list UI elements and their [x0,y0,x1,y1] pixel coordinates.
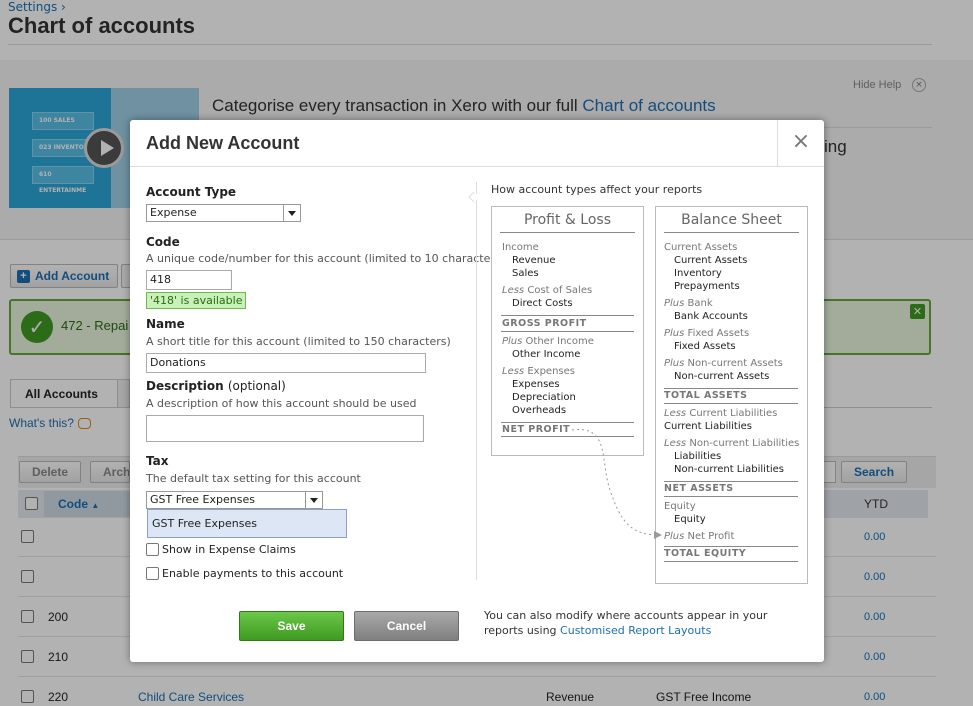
expense-claims-checkbox[interactable] [146,543,159,556]
column-divider-notch [468,191,480,203]
pl-income-group: Income [502,242,539,253]
bs-noncurrent-liabilities-group-label: Non-current Liabilities [689,438,800,449]
add-account-dialog: Add New Account × Account Type Expense C… [130,120,824,662]
pl-expenses: Expenses [512,379,560,390]
bs-bank-accounts: Bank Accounts [674,311,748,322]
pl-other-income: Other Income [512,349,581,360]
account-type-value: Expense [150,206,197,219]
dialog-title: Add New Account [146,133,300,153]
bs-plus-prefix: Plus [664,328,685,339]
enable-payments-option[interactable]: Enable payments to this account [146,567,343,580]
bs-noncurrent-assets: Non-current Assets [674,371,770,382]
bs-net-assets: NET ASSETS [664,483,734,494]
bs-equity: Equity [674,514,706,525]
bs-noncurrent-assets-group-label: Non-current Assets [687,358,783,369]
bs-rule [664,403,798,404]
description-label-text: Description [146,379,224,393]
bs-net-profit-label: Net Profit [687,531,735,542]
pl-rule [501,315,634,316]
column-divider [476,182,477,580]
enable-payments-checkbox[interactable] [146,567,159,580]
bs-fixed-assets: Fixed Assets [674,341,736,352]
pl-net-profit: NET PROFIT [502,424,571,435]
bs-fixed-assets-group: Plus Fixed Assets [664,328,749,339]
code-label: Code [146,235,180,249]
pl-other-income-group-label: Other Income [525,336,594,347]
bs-current-liabilities: Current Liabilities [664,421,752,432]
name-label: Name [146,317,185,331]
dialog-header-divider [130,166,824,167]
bs-plus-prefix: Plus [664,358,685,369]
tax-select[interactable]: GST Free Expenses [146,491,323,509]
bs-total-equity: TOTAL EQUITY [664,548,747,559]
tax-hint: The default tax setting for this account [146,472,361,485]
tax-select-value: GST Free Expenses [150,493,255,506]
bs-net-profit: Plus Net Profit [664,531,734,542]
bs-inventory: Inventory [674,268,722,279]
expense-claims-option[interactable]: Show in Expense Claims [146,543,296,556]
reports-help-title: How account types affect your reports [491,183,703,196]
bs-current-assets: Current Assets [674,255,748,266]
bs-rule [664,481,798,482]
bs-current-assets-group: Current Assets [664,242,738,253]
pl-direct-costs: Direct Costs [512,298,573,309]
bs-current-liabilities-group: Less Current Liabilities [664,408,777,419]
bs-plus-prefix: Plus [664,298,685,309]
save-button[interactable]: Save [239,611,344,641]
bs-bank-group: Plus Bank [664,298,713,309]
bs-total-assets: TOTAL ASSETS [664,390,748,401]
bs-noncurrent-liabilities-group: Less Non-current Liabilities [664,438,799,449]
tax-label: Tax [146,454,169,468]
profit-loss-heading: Profit & Loss [500,207,635,233]
pl-less-prefix: Less [502,366,525,377]
code-field[interactable]: 418 [146,270,232,290]
chevron-down-icon [283,205,300,221]
report-layouts-note: You can also modify where accounts appea… [484,608,804,638]
chevron-down-icon [305,492,322,508]
pl-cost-of-sales-label: Cost of Sales [527,285,593,296]
bs-fixed-assets-group-label: Fixed Assets [687,328,750,339]
pl-rule [501,331,634,332]
bs-noncurrent-liabilities: Non-current Liabilities [674,464,785,475]
account-type-label: Account Type [146,185,237,199]
pl-expenses-group: Less Expenses [502,366,575,377]
pl-plus-prefix: Plus [502,336,523,347]
bs-bank-group-label: Bank [687,298,713,309]
pl-overheads: Overheads [512,405,567,416]
code-hint: A unique code/number for this account (l… [146,252,505,265]
description-hint: A description of how this account should… [146,397,417,410]
pl-less-prefix: Less [502,285,525,296]
pl-expenses-group-label: Expenses [527,366,575,377]
name-field[interactable]: Donations [146,353,426,373]
account-type-select[interactable]: Expense [146,204,301,222]
customised-report-layouts-link[interactable]: Customised Report Layouts [560,624,711,637]
bs-rule [664,388,798,389]
pl-depreciation: Depreciation [512,392,576,403]
bs-rule [664,561,798,562]
description-label: Description (optional) [146,379,286,393]
balance-sheet-heading: Balance Sheet [664,207,799,233]
pl-sales: Sales [512,268,539,279]
pl-other-income-group: Plus Other Income [502,336,594,347]
pl-revenue: Revenue [512,255,556,266]
code-availability-badge: '418' is available [146,292,247,309]
pl-cost-of-sales-group: Less Cost of Sales [502,285,592,296]
enable-payments-label: Enable payments to this account [162,567,344,580]
cancel-button[interactable]: Cancel [354,611,459,641]
bs-less-prefix: Less [664,408,687,419]
net-profit-flow-arrow [571,429,662,539]
pl-gross-profit: GROSS PROFIT [502,318,587,329]
bs-prepayments: Prepayments [674,281,740,292]
expense-claims-label: Show in Expense Claims [162,543,296,556]
description-field[interactable] [146,415,424,442]
optional-tag: (optional) [227,379,286,393]
close-icon[interactable]: × [777,120,824,166]
bs-rule [664,496,798,497]
bs-rule [664,546,798,547]
name-hint: A short title for this account (limited … [146,335,451,348]
tax-dropdown-option[interactable]: GST Free Expenses [147,509,347,538]
bs-current-liabilities-group-label: Current Liabilities [689,408,778,419]
bs-liabilities: Liabilities [674,451,722,462]
bs-noncurrent-assets-group: Plus Non-current Assets [664,358,783,369]
